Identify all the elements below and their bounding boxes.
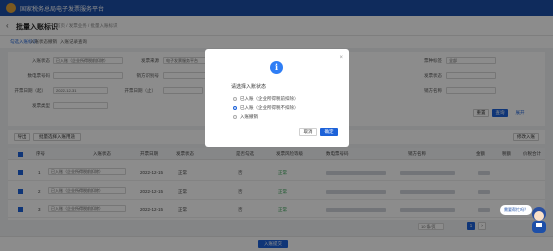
dialog-title: 请选择入账状态 <box>231 84 267 90</box>
ok-button[interactable]: 确定 <box>320 128 338 136</box>
assistant-bubble[interactable]: 需要帮忙吗？ <box>500 205 532 215</box>
entry-status-dialog: × i 请选择入账状态 已入账（企业所得税前扣除） 已入账（企业所得税不扣除） … <box>205 49 349 147</box>
info-icon: i <box>270 61 283 74</box>
radio-selected-icon[interactable] <box>233 105 237 110</box>
entry-option-deduct[interactable]: 已入账（企业所得税前扣除） <box>233 96 299 103</box>
entry-option-no-deduct[interactable]: 已入账（企业所得税不扣除） <box>233 105 299 112</box>
entry-option-revoke[interactable]: 入账撤销 <box>233 114 258 121</box>
radio-icon[interactable] <box>233 96 237 101</box>
radio-icon[interactable] <box>233 114 237 119</box>
cancel-button[interactable]: 取消 <box>299 128 317 136</box>
close-icon[interactable]: × <box>339 55 343 61</box>
assistant-mascot-icon[interactable] <box>529 205 549 235</box>
